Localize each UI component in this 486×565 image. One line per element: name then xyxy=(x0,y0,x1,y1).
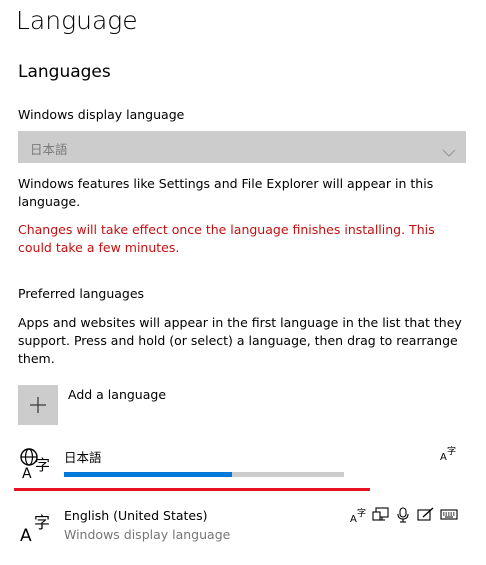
install-warning-text: Changes will take effect once the langua… xyxy=(18,222,435,255)
svg-text:A: A xyxy=(440,452,447,461)
language-item-japanese[interactable]: A 字 日本語 A 字 xyxy=(14,443,474,495)
display-language-icon xyxy=(372,507,390,527)
add-language-label: Add a language xyxy=(68,387,167,402)
svg-text:字: 字 xyxy=(34,513,50,532)
chevron-down-icon xyxy=(442,142,456,161)
text-to-speech-icon: A 字 xyxy=(350,507,368,527)
svg-text:字: 字 xyxy=(35,456,50,474)
language-subtitle: Windows display language xyxy=(64,527,231,542)
svg-text:A: A xyxy=(350,514,357,523)
display-language-value: 日本語 xyxy=(30,142,68,157)
plus-icon xyxy=(18,385,58,425)
drag-indicator xyxy=(14,488,370,491)
language-settings-page: Language Languages Windows display langu… xyxy=(0,0,486,565)
install-progress-bar xyxy=(64,472,344,477)
language-item-english[interactable]: A 字 English (United States) Windows disp… xyxy=(14,505,474,549)
install-progress-fill xyxy=(64,472,232,477)
svg-text:A: A xyxy=(20,526,32,543)
language-globe-icon: A 字 xyxy=(18,445,54,483)
language-name: 日本語 xyxy=(64,450,102,465)
language-icon: A 字 xyxy=(18,509,54,547)
handwriting-icon xyxy=(417,507,435,527)
text-to-speech-icon: A 字 xyxy=(440,445,458,465)
preferred-languages-description: Apps and websites will appear in the fir… xyxy=(18,315,462,366)
language-name: English (United States) xyxy=(64,508,208,523)
display-language-info: Windows features like Settings and File … xyxy=(18,176,434,209)
display-language-dropdown[interactable]: 日本語 xyxy=(18,131,466,163)
svg-text:字: 字 xyxy=(447,445,456,457)
preferred-languages-label: Preferred languages xyxy=(18,286,145,301)
speech-icon xyxy=(396,507,410,527)
languages-section-title: Languages xyxy=(18,62,111,82)
add-language-button[interactable]: Add a language xyxy=(18,385,166,425)
display-language-label: Windows display language xyxy=(18,107,185,122)
keyboard-icon xyxy=(440,507,458,526)
svg-text:字: 字 xyxy=(357,507,366,519)
page-title: Language xyxy=(16,6,138,35)
svg-text:A: A xyxy=(22,466,32,479)
